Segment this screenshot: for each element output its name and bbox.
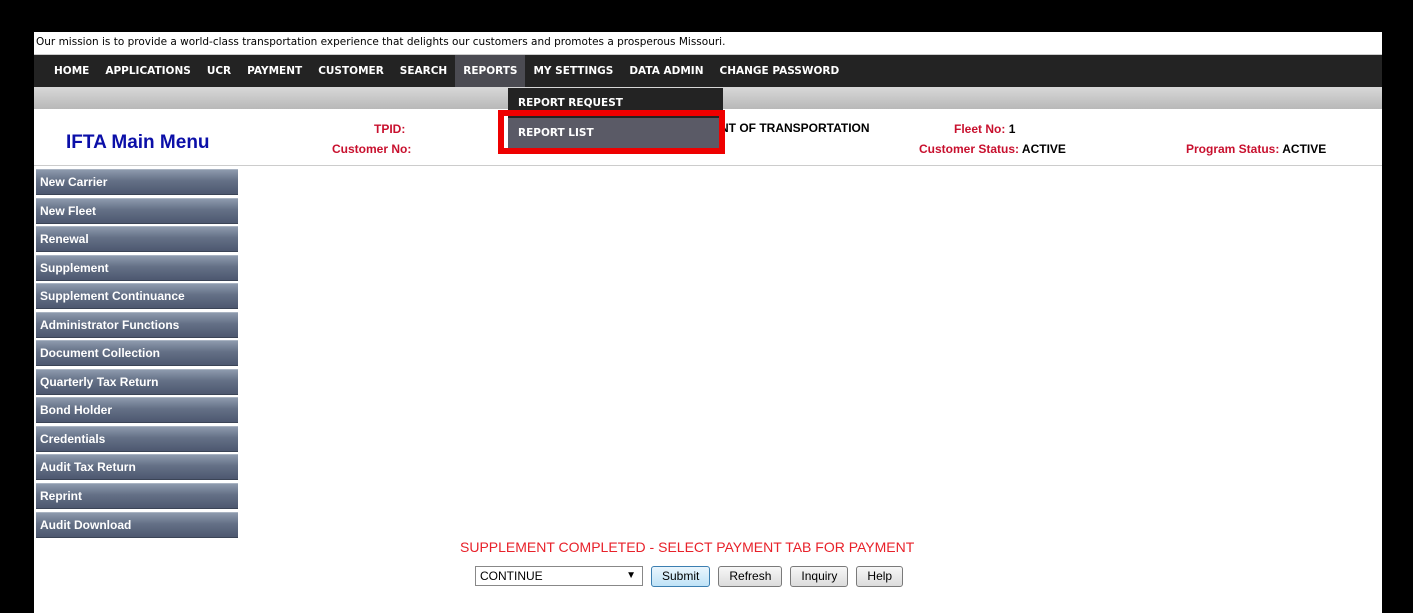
nav-data-admin[interactable]: DATA ADMIN [621, 55, 711, 87]
customer-status: Customer Status: ACTIVE [919, 142, 1066, 156]
action-controls: CONTINUE ▼ Submit Refresh Inquiry Help [475, 565, 911, 587]
sidebar-item-audit-download[interactable]: Audit Download [36, 511, 238, 538]
fleet-no-value: 1 [1008, 122, 1016, 136]
status-message: SUPPLEMENT COMPLETED - SELECT PAYMENT TA… [460, 539, 915, 555]
app-window: Our mission is to provide a world-class … [34, 32, 1382, 613]
sidebar-item-reprint[interactable]: Reprint [36, 483, 238, 510]
customer-status-label: Customer Status: [919, 142, 1020, 156]
sidebar-item-administrator-functions[interactable]: Administrator Functions [36, 311, 238, 338]
nav-reports[interactable]: REPORTS [455, 55, 526, 87]
action-select[interactable]: CONTINUE ▼ [475, 566, 643, 586]
sidebar-item-renewal[interactable]: Renewal [36, 226, 238, 253]
action-select-value: CONTINUE [480, 569, 543, 583]
sidebar-item-supplement[interactable]: Supplement [36, 254, 238, 281]
refresh-button[interactable]: Refresh [718, 565, 783, 587]
nav-change-password[interactable]: CHANGE PASSWORD [712, 55, 848, 87]
sidebar-item-document-collection[interactable]: Document Collection [36, 340, 238, 367]
sidebar-item-credentials[interactable]: Credentials [36, 425, 238, 452]
help-button[interactable]: Help [856, 565, 904, 587]
inquiry-button[interactable]: Inquiry [790, 565, 849, 587]
nav-search[interactable]: SEARCH [392, 55, 455, 87]
main-nav: HOME APPLICATIONS UCR PAYMENT CUSTOMER S… [34, 55, 1382, 87]
sidebar-item-new-carrier[interactable]: New Carrier [36, 169, 238, 195]
submit-button[interactable]: Submit [651, 565, 711, 587]
department-name: NT OF TRANSPORTATION [720, 121, 870, 135]
sidebar-item-new-fleet[interactable]: New Fleet [36, 197, 238, 224]
mission-statement: Our mission is to provide a world-class … [34, 32, 1382, 55]
sidebar-item-supplement-continuance[interactable]: Supplement Continuance [36, 283, 238, 310]
sidebar-item-quarterly-tax-return[interactable]: Quarterly Tax Return [36, 368, 238, 395]
nav-customer[interactable]: CUSTOMER [310, 55, 392, 87]
program-status: Program Status: ACTIVE [1186, 142, 1326, 156]
nav-applications[interactable]: APPLICATIONS [97, 55, 198, 87]
dropdown-arrow-icon: ▼ [626, 570, 636, 581]
nav-ucr[interactable]: UCR [199, 55, 239, 87]
highlight-box [498, 110, 725, 154]
sidebar-item-bond-holder[interactable]: Bond Holder [36, 397, 238, 424]
sidebar-menu: New Carrier New Fleet Renewal Supplement… [36, 169, 238, 540]
nav-my-settings[interactable]: MY SETTINGS [525, 55, 621, 87]
program-status-value: ACTIVE [1282, 142, 1327, 156]
customer-status-value: ACTIVE [1021, 142, 1066, 156]
tpid-label: TPID: [374, 122, 406, 136]
nav-home[interactable]: HOME [46, 55, 97, 87]
sidebar-item-audit-tax-return[interactable]: Audit Tax Return [36, 454, 238, 481]
nav-payment[interactable]: PAYMENT [239, 55, 310, 87]
program-status-label: Program Status: [1186, 142, 1280, 156]
customer-no-label: Customer No: [332, 142, 412, 156]
fleet-no-label: Fleet No: [954, 122, 1006, 136]
fleet-no: Fleet No: 1 [954, 122, 1015, 136]
page-title: IFTA Main Menu [66, 132, 210, 153]
